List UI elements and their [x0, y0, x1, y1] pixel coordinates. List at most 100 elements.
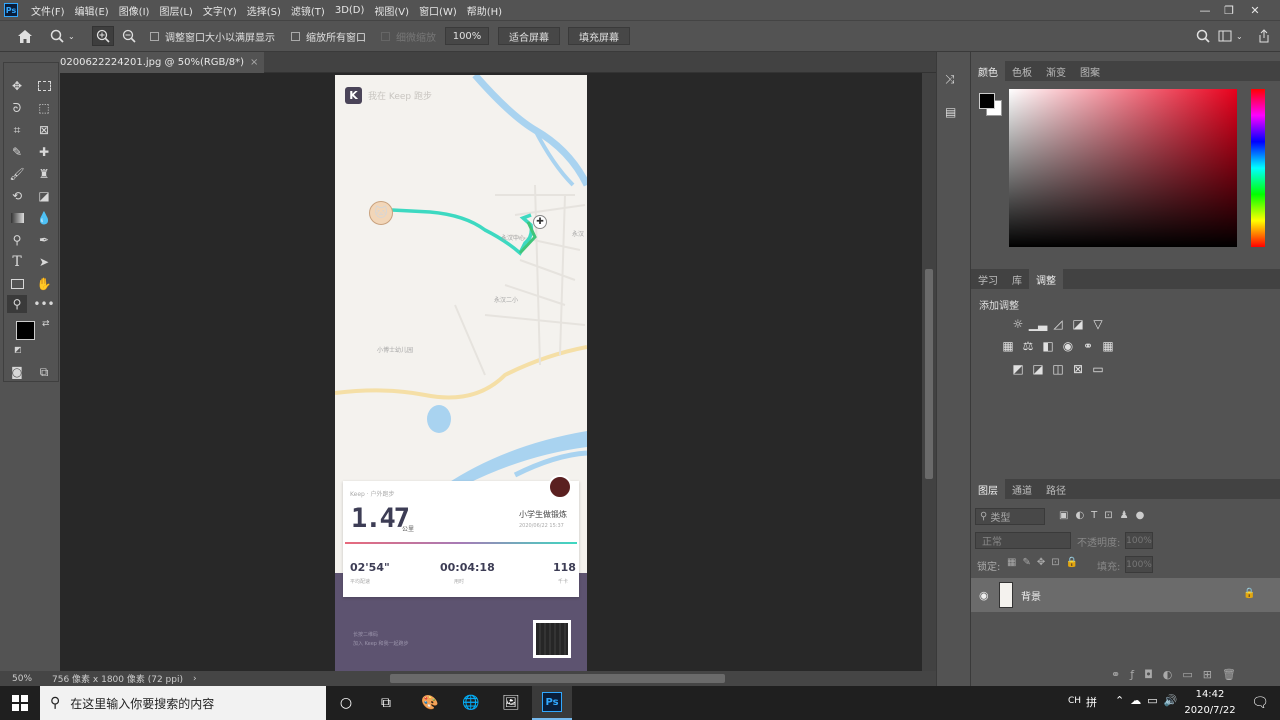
taskbar-app-paint[interactable]: 🎨 — [410, 686, 450, 720]
zoom-in-button[interactable] — [92, 26, 114, 46]
fill-field[interactable]: 100% — [1125, 556, 1153, 573]
channel-mixer-icon[interactable]: ⚭ — [1081, 339, 1095, 353]
hue-slider[interactable] — [1251, 89, 1265, 247]
document-tab[interactable]: 0200622224201.jpg @ 50%(RGB/8*) × — [60, 52, 265, 73]
foreground-color-swatch[interactable] — [16, 321, 35, 340]
default-colors-icon[interactable]: ◩ — [14, 345, 22, 354]
screen-mode-button[interactable]: ⧉ — [34, 363, 54, 381]
canvas-area[interactable]: K 我在 Keep 跑步 🐱 ✚ 永汉中心 永汉二小 小博士幼儿园 永汉 Kee… — [60, 73, 922, 671]
tab-channels[interactable]: 通道 — [1005, 479, 1039, 499]
pen-tool[interactable]: ✒ — [34, 231, 54, 249]
menu-view[interactable]: 视图(V) — [369, 3, 414, 18]
levels-icon[interactable]: ▁▃ — [1029, 317, 1047, 331]
path-select-tool[interactable]: ➤ — [34, 253, 54, 271]
taskbar-app-photoshop[interactable]: Ps — [532, 686, 572, 720]
start-button[interactable] — [0, 686, 40, 720]
scrubby-zoom-checkbox[interactable]: 细微缩放 — [381, 26, 436, 46]
eraser-tool[interactable]: ◪ — [34, 187, 54, 205]
curves-icon[interactable]: ◿ — [1051, 317, 1065, 331]
fit-screen-button[interactable]: 适合屏幕 — [498, 26, 560, 46]
layer-row-background[interactable]: ◉ 背景 🔒 — [971, 578, 1280, 612]
dodge-tool[interactable]: ⚲ — [7, 231, 27, 249]
eyedropper-tool[interactable]: ✎ — [7, 143, 27, 161]
opacity-field[interactable]: 100% — [1125, 532, 1153, 549]
tab-color[interactable]: 颜色 — [971, 61, 1005, 81]
exposure-icon[interactable]: ◪ — [1071, 317, 1085, 331]
lock-icons[interactable]: ▦✎✥⊡🔒 — [1007, 557, 1084, 568]
history-brush-tool[interactable]: ⟲ — [7, 187, 27, 205]
stamp-tool[interactable]: ♜ — [34, 165, 54, 183]
zoom-value-field[interactable]: 100% — [445, 26, 489, 46]
close-window-button[interactable]: ✕ — [1242, 0, 1268, 20]
menu-edit[interactable]: 编辑(E) — [70, 3, 114, 18]
type-tool[interactable]: T — [7, 253, 27, 271]
menu-layer[interactable]: 图层(L) — [154, 3, 197, 18]
gradient-map-icon[interactable]: ▭ — [1091, 362, 1105, 376]
vibrance-icon[interactable]: ▽ — [1091, 317, 1105, 331]
ime-indicator[interactable]: CH — [1068, 696, 1081, 706]
layer-name[interactable]: 背景 — [1021, 588, 1041, 603]
gradient-tool[interactable] — [7, 209, 27, 227]
object-select-tool[interactable]: ⬚ — [34, 99, 54, 117]
document-image[interactable]: K 我在 Keep 跑步 🐱 ✚ 永汉中心 永汉二小 小博士幼儿园 永汉 Kee… — [335, 75, 587, 671]
color-lookup-icon[interactable]: ▦ — [1101, 339, 1115, 353]
invert-icon[interactable]: ◩ — [1011, 362, 1025, 376]
frame-tool[interactable]: ⊠ — [34, 121, 54, 139]
cortana-button[interactable]: ○ — [326, 686, 366, 720]
selective-color-icon[interactable]: ⊠ — [1071, 362, 1085, 376]
more-tools[interactable]: ••• — [33, 295, 54, 313]
share-button[interactable] — [1256, 26, 1272, 46]
taskbar-app-browser[interactable]: 🌐 — [451, 686, 491, 720]
quick-mask-button[interactable]: ◙ — [7, 363, 27, 381]
swap-colors-icon[interactable]: ⇄ — [42, 319, 50, 329]
menu-file[interactable]: 文件(F) — [26, 3, 70, 18]
tab-swatches[interactable]: 色板 — [1005, 61, 1039, 81]
taskbar-search-box[interactable]: ⚲ 在这里输入你要搜索的内容 — [40, 686, 326, 720]
system-tray-icons[interactable]: ⌃☁▭🔊 — [1115, 694, 1183, 707]
menu-window[interactable]: 窗口(W) — [414, 3, 462, 18]
workspace-button[interactable]: ⌄ — [1218, 26, 1246, 46]
tab-patterns[interactable]: 图案 — [1073, 61, 1107, 81]
tab-libraries[interactable]: 库 — [1005, 269, 1029, 289]
tab-layers[interactable]: 图层 — [971, 479, 1005, 499]
color-picker-field[interactable] — [1009, 89, 1237, 247]
zoom-tool[interactable]: ⚲ — [7, 295, 27, 313]
zoom-all-checkbox[interactable]: 缩放所有窗口 — [291, 26, 366, 46]
resize-windows-checkbox[interactable]: 调整窗口大小以满屏显示 — [150, 26, 275, 46]
zoom-out-button[interactable] — [118, 26, 140, 46]
properties-panel-icon[interactable]: ▤ — [945, 105, 963, 123]
color-balance-icon[interactable]: ⚖ — [1021, 339, 1035, 353]
brush-tool[interactable]: 🖌 — [7, 165, 27, 183]
posterize-icon[interactable]: ◪ — [1031, 362, 1045, 376]
scroll-thumb[interactable] — [925, 269, 933, 479]
tab-paths[interactable]: 路径 — [1039, 479, 1073, 499]
blend-mode-select[interactable]: 正常 — [975, 532, 1071, 549]
ime-mode[interactable]: 拼 — [1086, 694, 1097, 710]
menu-type[interactable]: 文字(Y) — [198, 3, 242, 18]
clock-time[interactable]: 14:42 — [1180, 689, 1240, 700]
lasso-tool[interactable]: ᘐ — [7, 99, 27, 117]
restore-button[interactable]: ❐ — [1216, 0, 1242, 20]
threshold-icon[interactable]: ◫ — [1051, 362, 1065, 376]
photo-filter-icon[interactable]: ◉ — [1061, 339, 1075, 353]
menu-filter[interactable]: 滤镜(T) — [286, 3, 330, 18]
close-tab-icon[interactable]: × — [250, 57, 258, 68]
home-button[interactable] — [14, 26, 36, 46]
menu-3d[interactable]: 3D(D) — [330, 5, 370, 16]
minimize-button[interactable]: — — [1192, 0, 1218, 20]
visibility-eye-icon[interactable]: ◉ — [979, 589, 989, 602]
layer-filter-icons[interactable]: ▣◐T⊡♟● — [1059, 510, 1151, 521]
menu-help[interactable]: 帮助(H) — [462, 3, 507, 18]
crop-tool[interactable]: ⌗ — [7, 121, 27, 139]
layer-panel-footer-icons[interactable]: ⚭ƒ◘◐▭⊞🗑 — [1111, 668, 1246, 681]
rectangle-tool[interactable] — [7, 275, 27, 293]
move-tool[interactable]: ✥ — [7, 77, 27, 95]
black-white-icon[interactable]: ◧ — [1041, 339, 1055, 353]
tab-learn[interactable]: 学习 — [971, 269, 1005, 289]
taskbar-app-viewer[interactable]: 🖼 — [491, 686, 531, 720]
marquee-tool[interactable] — [34, 77, 54, 95]
foreground-color-swatch[interactable] — [979, 93, 995, 109]
search-button[interactable] — [1195, 26, 1211, 46]
fill-screen-button[interactable]: 填充屏幕 — [568, 26, 630, 46]
clock-date[interactable]: 2020/7/22 — [1176, 705, 1244, 716]
